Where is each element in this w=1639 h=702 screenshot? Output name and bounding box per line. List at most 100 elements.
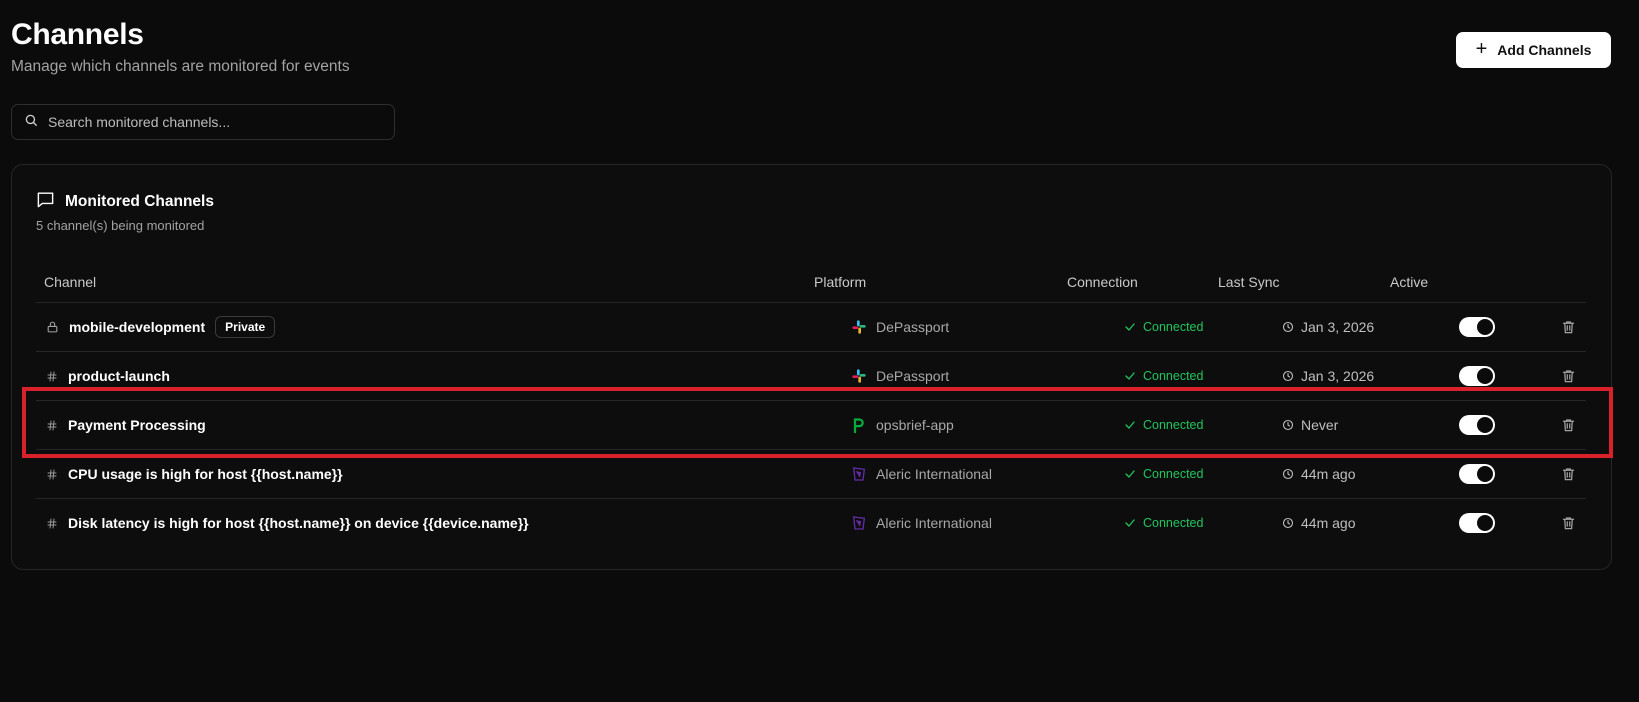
active-cell <box>1459 450 1495 498</box>
channel-name: mobile-development <box>69 319 206 335</box>
channels-page: Channels Manage which channels are monit… <box>0 0 1639 702</box>
connection-status: Connected <box>1143 369 1204 383</box>
active-cell <box>1459 303 1495 351</box>
connection-cell: Connected <box>1124 450 1203 498</box>
column-header-platform: Platform <box>814 274 867 290</box>
search-icon <box>24 113 38 132</box>
last-sync-cell: 44m ago <box>1282 499 1355 547</box>
active-toggle[interactable] <box>1459 317 1495 337</box>
last-sync-cell: 44m ago <box>1282 450 1355 498</box>
hash-icon <box>46 419 58 432</box>
table-row[interactable]: product-launch DePassport Connected Jan 3, … <box>36 352 1586 401</box>
last-sync-cell: Never <box>1282 401 1338 449</box>
card-subtitle: 5 channel(s) being monitored <box>36 218 205 233</box>
connection-cell: Connected <box>1124 352 1203 400</box>
last-sync-cell: Jan 3, 2026 <box>1282 352 1374 400</box>
check-icon <box>1124 517 1136 529</box>
platform-name: Aleric International <box>876 515 992 531</box>
add-channels-button[interactable]: + Add Channels <box>1456 32 1611 68</box>
channel-cell: Disk latency is high for host {{host.nam… <box>46 499 529 547</box>
monitored-channels-card: Monitored Channels 5 channel(s) being mo… <box>11 164 1612 570</box>
lock-icon <box>46 320 59 334</box>
clock-icon <box>1282 468 1294 480</box>
column-header-connection: Connection <box>1067 274 1138 290</box>
platform-cell: DePassport <box>851 303 949 351</box>
connection-cell: Connected <box>1124 303 1203 351</box>
hash-icon <box>46 370 58 383</box>
trash-icon[interactable] <box>1561 368 1576 384</box>
trash-icon[interactable] <box>1561 319 1576 335</box>
clock-icon <box>1282 517 1294 529</box>
active-toggle[interactable] <box>1459 415 1495 435</box>
last-sync-value: 44m ago <box>1301 515 1356 531</box>
channel-name: Disk latency is high for host {{host.nam… <box>68 515 529 531</box>
active-cell <box>1459 401 1495 449</box>
trash-icon[interactable] <box>1561 515 1576 531</box>
platform-name: DePassport <box>876 319 950 335</box>
connection-status: Connected <box>1143 320 1204 334</box>
channel-cell: Payment Processing <box>46 401 206 449</box>
last-sync-value: 44m ago <box>1301 466 1356 482</box>
page-subtitle: Manage which channels are monitored for … <box>11 58 350 75</box>
check-icon <box>1124 370 1136 382</box>
check-icon <box>1124 468 1136 480</box>
card-header: Monitored Channels <box>36 190 214 214</box>
table-body: mobile-development Private DePassport Conne… <box>36 303 1586 548</box>
delete-cell <box>1561 450 1576 498</box>
delete-cell <box>1561 401 1576 449</box>
active-cell <box>1459 352 1495 400</box>
platform-name: DePassport <box>876 368 950 384</box>
column-header-active: Active <box>1390 274 1429 290</box>
channel-cell: CPU usage is high for host {{host.name}} <box>46 450 343 498</box>
connection-status: Connected <box>1143 418 1204 432</box>
table-header: Channel Platform Connection Last Sync Ac… <box>36 262 1586 303</box>
delete-cell <box>1561 352 1576 400</box>
connection-status: Connected <box>1143 516 1204 530</box>
hash-icon <box>46 517 58 530</box>
active-toggle[interactable] <box>1459 513 1495 533</box>
table-row[interactable]: Payment Processing opsbrief-app Connected N… <box>36 401 1586 450</box>
trash-icon[interactable] <box>1561 466 1576 482</box>
search-input[interactable] <box>48 114 368 130</box>
delete-cell <box>1561 303 1576 351</box>
page-title: Channels <box>11 18 144 51</box>
last-sync-value: Jan 3, 2026 <box>1301 368 1375 384</box>
datadog-icon <box>851 515 867 531</box>
channel-name: CPU usage is high for host {{host.name}} <box>68 466 343 482</box>
clock-icon <box>1282 419 1294 431</box>
platform-name: opsbrief-app <box>876 417 954 433</box>
connection-cell: Connected <box>1124 499 1203 547</box>
channel-name: Payment Processing <box>68 417 206 433</box>
clock-icon <box>1282 321 1294 333</box>
platform-cell: DePassport <box>851 352 949 400</box>
slack-icon <box>851 368 867 384</box>
channel-cell: product-launch <box>46 352 170 400</box>
last-sync-cell: Jan 3, 2026 <box>1282 303 1374 351</box>
trash-icon[interactable] <box>1561 417 1576 433</box>
platform-cell: opsbrief-app <box>851 401 954 449</box>
active-toggle[interactable] <box>1459 464 1495 484</box>
channels-table: Channel Platform Connection Last Sync Ac… <box>36 262 1586 548</box>
connection-status: Connected <box>1143 467 1204 481</box>
channel-name: product-launch <box>68 368 170 384</box>
check-icon <box>1124 419 1136 431</box>
add-channels-label: Add Channels <box>1497 42 1592 58</box>
search-box[interactable] <box>11 104 395 140</box>
table-row[interactable]: mobile-development Private DePassport Conne… <box>36 303 1586 352</box>
table-row[interactable]: Disk latency is high for host {{host.nam… <box>36 499 1586 548</box>
platform-cell: Aleric International <box>851 450 992 498</box>
delete-cell <box>1561 499 1576 547</box>
card-title: Monitored Channels <box>65 193 214 210</box>
platform-cell: Aleric International <box>851 499 992 547</box>
hash-icon <box>46 468 58 481</box>
private-badge: Private <box>215 316 276 338</box>
column-header-channel: Channel <box>44 274 97 290</box>
connection-cell: Connected <box>1124 401 1203 449</box>
active-toggle[interactable] <box>1459 366 1495 386</box>
active-cell <box>1459 499 1495 547</box>
clock-icon <box>1282 370 1294 382</box>
column-header-last-sync: Last Sync <box>1218 274 1280 290</box>
pagerduty-icon <box>851 417 867 434</box>
table-row[interactable]: CPU usage is high for host {{host.name}}… <box>36 450 1586 499</box>
platform-name: Aleric International <box>876 466 992 482</box>
